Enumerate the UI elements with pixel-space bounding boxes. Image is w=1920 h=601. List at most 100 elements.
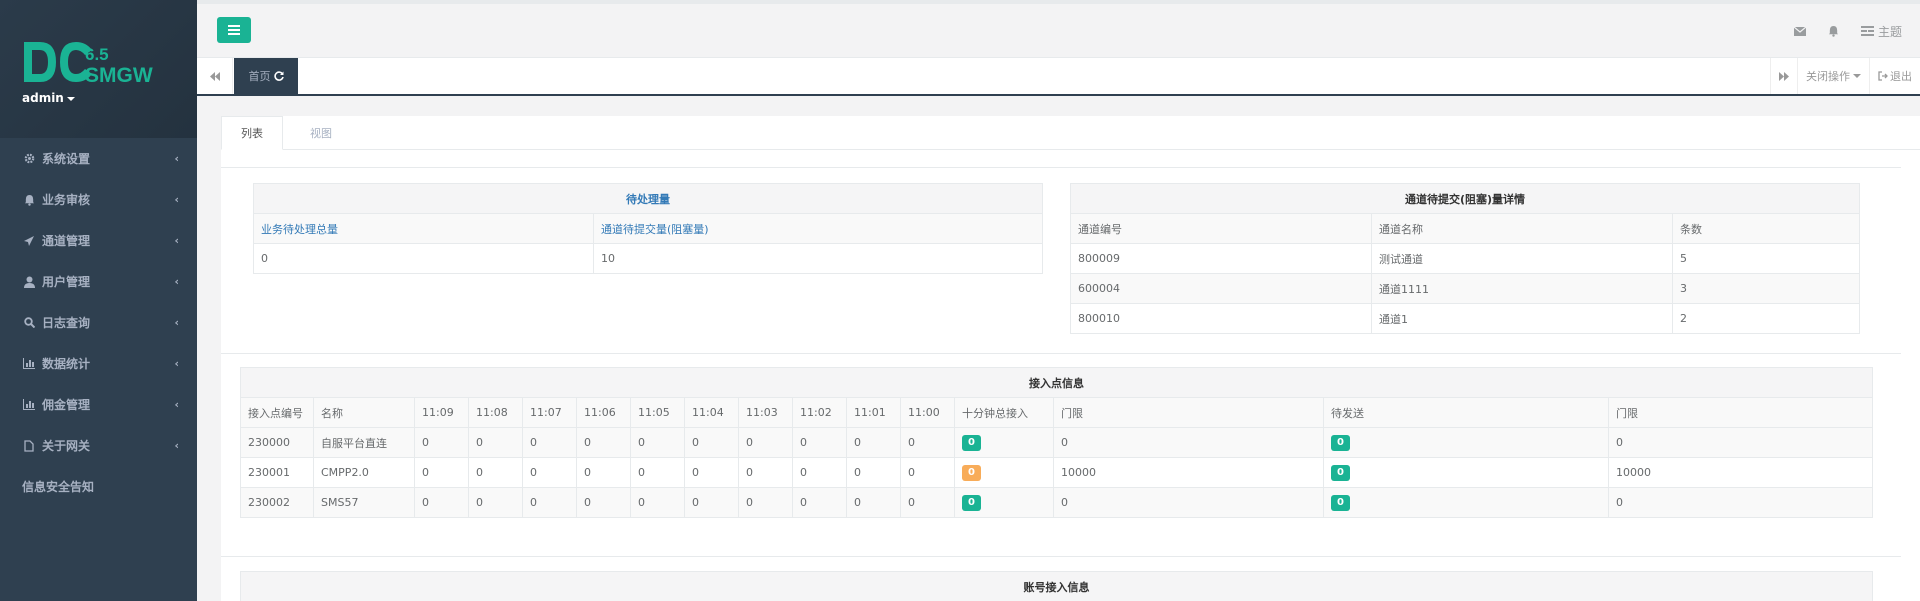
access-points-title: 接入点信息: [240, 367, 1873, 398]
table-cell: 0: [630, 487, 685, 518]
sidebar: 6.5 SMGW admin 系统设置 ‹ 业务审核 ‹ 通道管理 ‹ 用户管理…: [0, 0, 197, 601]
table-cell: 800009: [1070, 243, 1372, 274]
table-cell: 0: [468, 487, 523, 518]
caret-down-icon: [1853, 74, 1861, 78]
divider: [221, 556, 1901, 557]
access-header: 接入点编号: [240, 397, 314, 428]
page-tab-label: 首页: [248, 70, 271, 83]
table-row: 230002 SMS57 0 0 0 0 0 0 0 0 0 0 0 0 0 0: [240, 487, 1873, 518]
table-cell: 0: [1323, 487, 1609, 518]
user-icon: [22, 275, 36, 289]
table-cell: 通道1: [1371, 303, 1673, 334]
notifications-button[interactable]: [1828, 25, 1839, 37]
table-cell: 0: [738, 487, 793, 518]
access-header: 名称: [313, 397, 415, 428]
brand-header: 6.5 SMGW admin: [0, 0, 197, 138]
hamburger-icon: [228, 25, 240, 35]
access-header: 11:01: [846, 397, 901, 428]
table-cell: 0: [576, 427, 631, 458]
sidebar-item-label: 数据统计: [42, 357, 91, 371]
table-cell: 0: [954, 427, 1054, 458]
table-cell: 0: [738, 457, 793, 488]
close-operations-dropdown[interactable]: 关闭操作: [1797, 58, 1869, 94]
table-cell: 0: [846, 427, 901, 458]
access-header: 11:04: [684, 397, 739, 428]
table-cell: 0: [954, 457, 1054, 488]
sidebar-item-security-notice[interactable]: 信息安全告知: [0, 466, 197, 507]
page-tab-home[interactable]: 首页: [234, 58, 298, 94]
chevron-left-icon: ‹: [174, 439, 179, 452]
gear-icon: [22, 152, 36, 166]
sidebar-item-data-statistics[interactable]: 数据统计 ‹: [0, 343, 197, 384]
divider: [221, 167, 1901, 168]
access-points-table: 接入点信息 接入点编号 名称 11:09 11:08 11:07 11:06 1…: [240, 367, 1873, 518]
page-tab-bar: 首页 关闭操作 退出: [197, 58, 1920, 96]
access-header: 11:06: [576, 397, 631, 428]
access-header: 十分钟总接入: [954, 397, 1054, 428]
bell-icon: [1828, 25, 1839, 37]
theme-button[interactable]: 主题: [1860, 23, 1902, 40]
pending-badge: 0: [1331, 434, 1350, 451]
access-header: 门限: [1053, 397, 1324, 428]
table-cell: 0: [900, 457, 955, 488]
bar-chart-icon: [22, 357, 36, 371]
table-cell: 800010: [1070, 303, 1372, 334]
sidebar-item-system-settings[interactable]: 系统设置 ‹: [0, 138, 197, 179]
pending-badge: 0: [1331, 464, 1350, 481]
sidebar-item-about-gateway[interactable]: 关于网关 ‹: [0, 425, 197, 466]
sidebar-item-business-audit[interactable]: 业务审核 ‹: [0, 179, 197, 220]
total-badge: 0: [962, 434, 981, 451]
table-cell: 10000: [1053, 457, 1324, 488]
sidebar-item-commission-management[interactable]: 佣金管理 ‹: [0, 384, 197, 425]
access-name: SMS57: [313, 487, 415, 518]
sidebar-item-channel-management[interactable]: 通道管理 ‹: [0, 220, 197, 261]
table-cell: 0: [1053, 487, 1324, 518]
logo: 6.5 SMGW: [24, 42, 153, 86]
sidebar-item-label: 佣金管理: [42, 398, 91, 412]
logout-label: 退出: [1890, 70, 1912, 83]
messages-button[interactable]: [1793, 26, 1806, 36]
sidebar-item-label: 信息安全告知: [22, 480, 95, 494]
chevron-left-icon: ‹: [174, 357, 179, 370]
chevron-left-icon: ‹: [174, 398, 179, 411]
table-cell: 0: [576, 487, 631, 518]
paper-plane-icon: [22, 234, 36, 248]
top-navbar: 主题: [197, 0, 1920, 58]
table-cell: 0: [414, 487, 469, 518]
table-cell: 0: [1323, 457, 1609, 488]
access-id: 230001: [240, 457, 314, 488]
file-icon: [22, 439, 36, 453]
access-header: 11:02: [792, 397, 847, 428]
envelope-icon: [1793, 26, 1806, 36]
sidebar-item-label: 用户管理: [42, 275, 91, 289]
sidebar-item-user-management[interactable]: 用户管理 ‹: [0, 261, 197, 302]
close-operations-label: 关闭操作: [1806, 70, 1850, 83]
sidebar-item-log-query[interactable]: 日志查询 ‹: [0, 302, 197, 343]
access-header: 11:03: [738, 397, 793, 428]
scroll-tabs-left-button[interactable]: [197, 58, 233, 94]
access-header: 11:09: [414, 397, 469, 428]
channel-detail-title: 通道待提交(阻塞)量详情: [1070, 183, 1860, 214]
access-id: 230002: [240, 487, 314, 518]
refresh-icon[interactable]: [273, 71, 284, 81]
account-access-table: 账号接入信息: [240, 571, 1873, 601]
table-cell: 0: [468, 427, 523, 458]
tabs-divider: [283, 149, 1920, 150]
table-cell: 0: [414, 457, 469, 488]
user-menu[interactable]: admin: [22, 91, 75, 105]
sign-out-icon: [1878, 71, 1888, 81]
table-cell: 2: [1672, 303, 1860, 334]
sidebar-item-label: 日志查询: [42, 316, 91, 330]
tab-list[interactable]: 列表: [221, 116, 283, 150]
menu-toggle-button[interactable]: [217, 17, 251, 43]
logout-button[interactable]: 退出: [1869, 58, 1920, 94]
access-id: 230000: [240, 427, 314, 458]
double-chevron-left-icon: [209, 71, 220, 81]
table-cell: 0: [954, 487, 1054, 518]
scroll-tabs-right-button[interactable]: [1770, 58, 1797, 94]
table-cell: 0: [1323, 427, 1609, 458]
table-cell: 5: [1672, 243, 1860, 274]
tab-view[interactable]: 视图: [283, 116, 359, 150]
pending-value-total: 0: [253, 243, 594, 274]
access-name: CMPP2.0: [313, 457, 415, 488]
